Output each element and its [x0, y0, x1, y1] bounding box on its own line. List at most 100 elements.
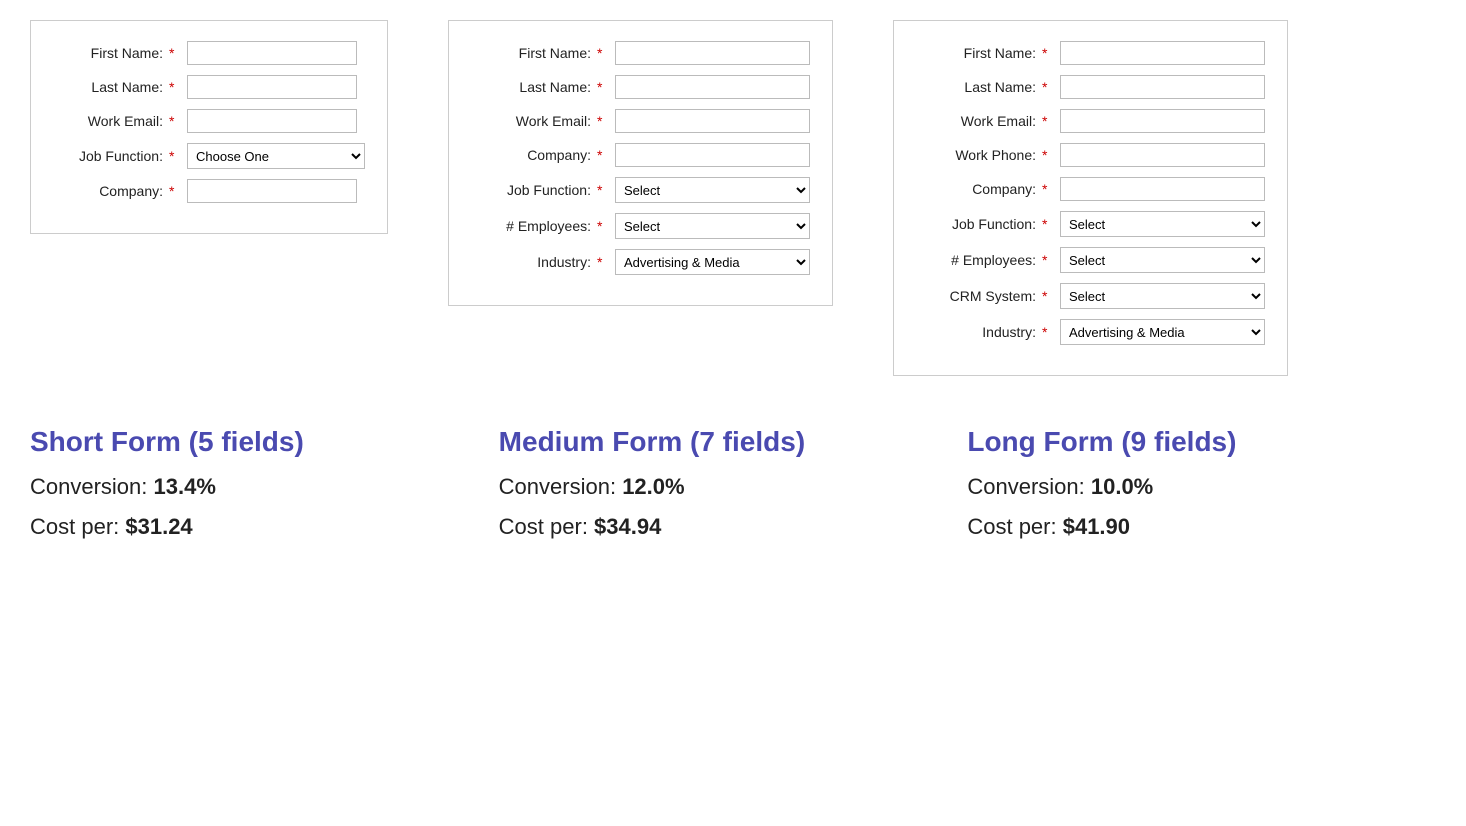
medium-work-email-label: Work Email:: [471, 113, 591, 129]
short-cost-row: Cost per: $31.24: [30, 514, 479, 540]
medium-last-name-label: Last Name:: [471, 79, 591, 95]
short-company-row: Company: *: [53, 179, 365, 203]
long-last-name-star: *: [1042, 79, 1054, 95]
medium-stats: Medium Form (7 fields) Conversion: 12.0%…: [499, 426, 968, 554]
medium-work-email-row: Work Email: *: [471, 109, 810, 133]
long-work-email-input[interactable]: [1060, 109, 1265, 133]
medium-work-email-input[interactable]: [615, 109, 810, 133]
medium-conversion-label: Conversion:: [499, 474, 623, 499]
short-company-star: *: [169, 183, 181, 199]
short-work-email-row: Work Email: *: [53, 109, 365, 133]
medium-first-name-row: First Name: *: [471, 41, 810, 65]
short-work-email-input[interactable]: [187, 109, 357, 133]
long-first-name-star: *: [1042, 45, 1054, 61]
medium-conversion-row: Conversion: 12.0%: [499, 474, 948, 500]
long-job-function-star: *: [1042, 216, 1054, 232]
long-industry-row: Industry: * Advertising & Media Technolo…: [916, 319, 1265, 345]
long-conversion-row: Conversion: 10.0%: [967, 474, 1416, 500]
long-work-email-star: *: [1042, 113, 1054, 129]
medium-first-name-label: First Name:: [471, 45, 591, 61]
long-work-email-row: Work Email: *: [916, 109, 1265, 133]
medium-company-star: *: [597, 147, 609, 163]
medium-form: First Name: * Last Name: * Work Email: *…: [448, 20, 833, 306]
medium-cost-row: Cost per: $34.94: [499, 514, 948, 540]
medium-job-function-label: Job Function:: [471, 182, 591, 198]
long-work-phone-label: Work Phone:: [916, 147, 1036, 163]
long-company-row: Company: *: [916, 177, 1265, 201]
forms-section: First Name: * Last Name: * Work Email: *…: [30, 20, 1436, 376]
long-industry-label: Industry:: [916, 324, 1036, 340]
short-company-input[interactable]: [187, 179, 357, 203]
medium-company-row: Company: *: [471, 143, 810, 167]
long-last-name-label: Last Name:: [916, 79, 1036, 95]
long-company-input[interactable]: [1060, 177, 1265, 201]
long-cost-value: $41.90: [1063, 514, 1130, 539]
short-first-name-row: First Name: *: [53, 41, 365, 65]
long-company-star: *: [1042, 181, 1054, 197]
short-work-email-label: Work Email:: [53, 113, 163, 129]
medium-industry-select[interactable]: Advertising & Media Technology Finance: [615, 249, 810, 275]
long-employees-star: *: [1042, 252, 1054, 268]
long-crm-star: *: [1042, 288, 1054, 304]
short-last-name-row: Last Name: *: [53, 75, 365, 99]
short-first-name-star: *: [169, 45, 181, 61]
long-industry-star: *: [1042, 324, 1054, 340]
long-first-name-row: First Name: *: [916, 41, 1265, 65]
short-work-email-star: *: [169, 113, 181, 129]
medium-cost-value: $34.94: [594, 514, 661, 539]
long-work-phone-row: Work Phone: *: [916, 143, 1265, 167]
long-industry-select[interactable]: Advertising & Media Technology Finance: [1060, 319, 1265, 345]
long-employees-select[interactable]: Select 1-10 11-50: [1060, 247, 1265, 273]
medium-employees-label: # Employees:: [471, 218, 591, 234]
short-first-name-input[interactable]: [187, 41, 357, 65]
long-conversion-value: 10.0%: [1091, 474, 1153, 499]
long-employees-label: # Employees:: [916, 252, 1036, 268]
long-cost-label: Cost per:: [967, 514, 1062, 539]
long-work-phone-star: *: [1042, 147, 1054, 163]
stats-section: Short Form (5 fields) Conversion: 13.4% …: [30, 426, 1436, 554]
medium-conversion-value: 12.0%: [622, 474, 684, 499]
medium-job-function-star: *: [597, 182, 609, 198]
short-job-function-star: *: [169, 148, 181, 164]
long-form: First Name: * Last Name: * Work Email: *…: [893, 20, 1288, 376]
short-job-function-row: Job Function: * Choose One Marketing Sal…: [53, 143, 365, 169]
long-work-phone-input[interactable]: [1060, 143, 1265, 167]
long-first-name-label: First Name:: [916, 45, 1036, 61]
short-first-name-label: First Name:: [53, 45, 163, 61]
short-stats: Short Form (5 fields) Conversion: 13.4% …: [30, 426, 499, 554]
long-employees-row: # Employees: * Select 1-10 11-50: [916, 247, 1265, 273]
long-job-function-select[interactable]: Select Marketing Sales IT: [1060, 211, 1265, 237]
medium-employees-star: *: [597, 218, 609, 234]
long-work-email-label: Work Email:: [916, 113, 1036, 129]
medium-stats-title: Medium Form (7 fields): [499, 426, 948, 458]
short-cost-value: $31.24: [125, 514, 192, 539]
medium-employees-select[interactable]: Select 1-10 11-50 51-200: [615, 213, 810, 239]
long-first-name-input[interactable]: [1060, 41, 1265, 65]
medium-work-email-star: *: [597, 113, 609, 129]
medium-job-function-select[interactable]: Select Marketing Sales IT: [615, 177, 810, 203]
short-job-function-select[interactable]: Choose One Marketing Sales IT: [187, 143, 365, 169]
medium-industry-star: *: [597, 254, 609, 270]
short-cost-label: Cost per:: [30, 514, 125, 539]
short-last-name-star: *: [169, 79, 181, 95]
medium-last-name-input[interactable]: [615, 75, 810, 99]
long-crm-select[interactable]: Select Salesforce HubSpot: [1060, 283, 1265, 309]
medium-employees-row: # Employees: * Select 1-10 11-50 51-200: [471, 213, 810, 239]
long-job-function-label: Job Function:: [916, 216, 1036, 232]
medium-company-input[interactable]: [615, 143, 810, 167]
medium-industry-label: Industry:: [471, 254, 591, 270]
short-conversion-row: Conversion: 13.4%: [30, 474, 479, 500]
medium-job-function-row: Job Function: * Select Marketing Sales I…: [471, 177, 810, 203]
short-form: First Name: * Last Name: * Work Email: *…: [30, 20, 388, 234]
medium-company-label: Company:: [471, 147, 591, 163]
long-last-name-input[interactable]: [1060, 75, 1265, 99]
medium-last-name-star: *: [597, 79, 609, 95]
short-last-name-label: Last Name:: [53, 79, 163, 95]
medium-first-name-star: *: [597, 45, 609, 61]
long-cost-row: Cost per: $41.90: [967, 514, 1416, 540]
medium-last-name-row: Last Name: *: [471, 75, 810, 99]
long-job-function-row: Job Function: * Select Marketing Sales I…: [916, 211, 1265, 237]
short-last-name-input[interactable]: [187, 75, 357, 99]
medium-first-name-input[interactable]: [615, 41, 810, 65]
short-conversion-label: Conversion:: [30, 474, 154, 499]
